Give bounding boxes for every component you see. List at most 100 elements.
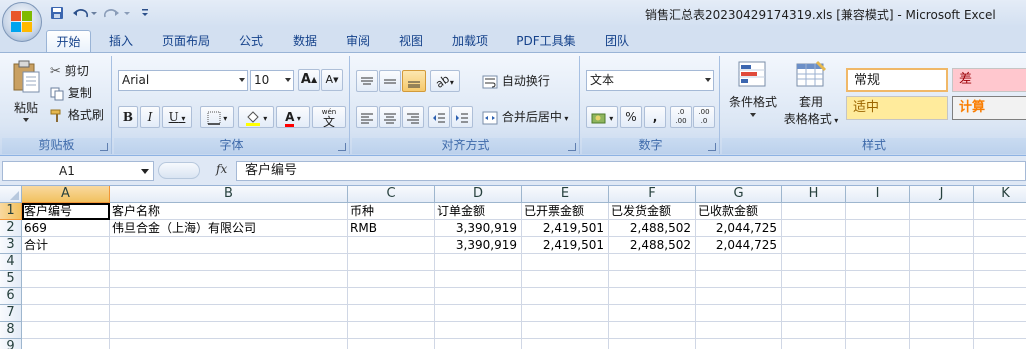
- align-middle-button[interactable]: [379, 70, 401, 92]
- cell-i5[interactable]: [846, 271, 910, 288]
- cell-j8[interactable]: [910, 322, 974, 339]
- cell-c5[interactable]: [348, 271, 435, 288]
- cell-i4[interactable]: [846, 254, 910, 271]
- border-button[interactable]: ▾: [200, 106, 234, 128]
- cell-i9[interactable]: [846, 339, 910, 349]
- cell-b4[interactable]: [110, 254, 348, 271]
- style-bad[interactable]: 差: [952, 68, 1026, 92]
- cut-button[interactable]: ✂ 剪切: [50, 61, 89, 81]
- cell-k1[interactable]: [974, 203, 1026, 220]
- cell-g6[interactable]: [696, 288, 782, 305]
- style-normal[interactable]: 常规: [846, 68, 948, 92]
- cell-a1[interactable]: 客户编号: [22, 203, 110, 220]
- cell-h2[interactable]: [782, 220, 846, 237]
- style-calculation[interactable]: 计算: [952, 96, 1026, 120]
- cell-a9[interactable]: [22, 339, 110, 349]
- cell-a5[interactable]: [22, 271, 110, 288]
- cell-b7[interactable]: [110, 305, 348, 322]
- cell-k9[interactable]: [974, 339, 1026, 349]
- italic-button[interactable]: I: [140, 106, 160, 128]
- cell-k3[interactable]: [974, 237, 1026, 254]
- row-header-6[interactable]: 6: [0, 288, 22, 305]
- tab-team[interactable]: 团队: [596, 30, 638, 53]
- cell-c8[interactable]: [348, 322, 435, 339]
- comma-style-button[interactable]: ,: [644, 106, 666, 128]
- cell-j3[interactable]: [910, 237, 974, 254]
- name-box[interactable]: A1: [2, 161, 154, 181]
- wrap-text-button[interactable]: 自动换行: [482, 71, 550, 91]
- tab-view[interactable]: 视图: [390, 30, 432, 53]
- cell-c1[interactable]: 币种: [348, 203, 435, 220]
- clipboard-dialog-launcher[interactable]: [100, 143, 108, 151]
- row-header-9[interactable]: 9: [0, 339, 22, 349]
- font-dialog-launcher[interactable]: [338, 143, 346, 151]
- tab-insert[interactable]: 插入: [100, 30, 142, 53]
- cell-c2[interactable]: RMB: [348, 220, 435, 237]
- undo-icon[interactable]: [70, 5, 98, 21]
- number-format-select[interactable]: 文本: [586, 70, 714, 91]
- cell-f1[interactable]: 已发货金额: [609, 203, 696, 220]
- row-header-8[interactable]: 8: [0, 322, 22, 339]
- cell-b1[interactable]: 客户名称: [110, 203, 348, 220]
- cell-e9[interactable]: [522, 339, 609, 349]
- tab-page-layout[interactable]: 页面布局: [155, 30, 217, 53]
- column-header-d[interactable]: D: [435, 186, 522, 203]
- cell-e8[interactable]: [522, 322, 609, 339]
- bold-button[interactable]: B: [118, 106, 138, 128]
- cell-d3[interactable]: 3,390,919: [435, 237, 522, 254]
- row-header-5[interactable]: 5: [0, 271, 22, 288]
- shrink-font-button[interactable]: A▼: [321, 69, 343, 91]
- tab-pdf-tools[interactable]: PDF工具集: [510, 30, 582, 53]
- cell-a7[interactable]: [22, 305, 110, 322]
- cell-a2[interactable]: 669: [22, 220, 110, 237]
- cell-f6[interactable]: [609, 288, 696, 305]
- cell-j4[interactable]: [910, 254, 974, 271]
- cell-c7[interactable]: [348, 305, 435, 322]
- format-painter-button[interactable]: 格式刷: [50, 105, 104, 125]
- column-header-k[interactable]: K: [974, 186, 1026, 203]
- cell-g2[interactable]: 2,044,725: [696, 220, 782, 237]
- cell-g7[interactable]: [696, 305, 782, 322]
- column-header-h[interactable]: H: [782, 186, 846, 203]
- decrease-indent-button[interactable]: [428, 106, 450, 128]
- cell-i8[interactable]: [846, 322, 910, 339]
- cell-b8[interactable]: [110, 322, 348, 339]
- cell-c3[interactable]: [348, 237, 435, 254]
- cell-h4[interactable]: [782, 254, 846, 271]
- cell-b3[interactable]: [110, 237, 348, 254]
- column-header-e[interactable]: E: [522, 186, 609, 203]
- cell-j7[interactable]: [910, 305, 974, 322]
- cell-h7[interactable]: [782, 305, 846, 322]
- cell-f9[interactable]: [609, 339, 696, 349]
- cell-k5[interactable]: [974, 271, 1026, 288]
- cell-b2[interactable]: 伟旦合金（上海）有限公司: [110, 220, 348, 237]
- cell-f2[interactable]: 2,488,502: [609, 220, 696, 237]
- underline-button[interactable]: U ▾: [162, 106, 192, 128]
- select-all-button[interactable]: [0, 186, 22, 203]
- cell-j2[interactable]: [910, 220, 974, 237]
- cell-e4[interactable]: [522, 254, 609, 271]
- cell-b9[interactable]: [110, 339, 348, 349]
- cell-f8[interactable]: [609, 322, 696, 339]
- cell-f7[interactable]: [609, 305, 696, 322]
- column-header-j[interactable]: J: [910, 186, 974, 203]
- cell-f3[interactable]: 2,488,502: [609, 237, 696, 254]
- tab-review[interactable]: 审阅: [337, 30, 379, 53]
- column-header-b[interactable]: B: [110, 186, 348, 203]
- cell-j5[interactable]: [910, 271, 974, 288]
- cell-a6[interactable]: [22, 288, 110, 305]
- conditional-formatting-button[interactable]: 条件格式: [724, 60, 782, 134]
- column-header-g[interactable]: G: [696, 186, 782, 203]
- cell-e7[interactable]: [522, 305, 609, 322]
- cell-h3[interactable]: [782, 237, 846, 254]
- fill-color-button[interactable]: ▾: [238, 106, 274, 128]
- align-left-button[interactable]: [356, 106, 378, 128]
- save-icon[interactable]: [48, 5, 66, 21]
- align-center-button[interactable]: [379, 106, 401, 128]
- cell-k2[interactable]: [974, 220, 1026, 237]
- tab-addins[interactable]: 加载项: [444, 30, 496, 53]
- cell-h8[interactable]: [782, 322, 846, 339]
- cell-b5[interactable]: [110, 271, 348, 288]
- cell-f5[interactable]: [609, 271, 696, 288]
- cell-i7[interactable]: [846, 305, 910, 322]
